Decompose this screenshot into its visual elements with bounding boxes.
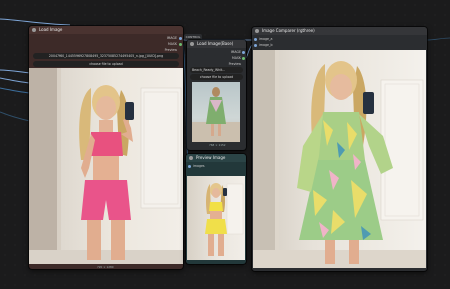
photo-figure-pink xyxy=(29,68,183,264)
load-image-node-title[interactable]: Load Image xyxy=(29,26,183,34)
collapse-dot-icon[interactable] xyxy=(190,42,194,46)
preview-image-node-title[interactable]: Preview Image xyxy=(186,154,246,162)
output-image-label: IMAGE xyxy=(230,50,241,54)
preview-output-image xyxy=(187,176,245,260)
output-mask-label: MASK xyxy=(231,56,241,60)
collapse-dot-icon[interactable] xyxy=(189,156,193,160)
output-image-port[interactable] xyxy=(179,37,182,40)
upload-button[interactable]: choose file to upload xyxy=(33,61,179,67)
input-images-label: images xyxy=(193,164,205,168)
photo-figure-yellow xyxy=(205,183,244,256)
input-image-a-port[interactable] xyxy=(254,38,257,41)
preview-label: Preview xyxy=(164,48,177,52)
preview-image-node-title-text: Preview Image xyxy=(196,155,226,160)
input-image-a-label: image_a xyxy=(259,37,273,41)
image-filename-select[interactable]: 20047f60_1445596927808495_32375085274495… xyxy=(33,53,179,59)
base-image-preview xyxy=(192,82,240,142)
base-image-size-caption: 768 × 1152 xyxy=(209,143,226,147)
wire-left-2 xyxy=(0,77,31,84)
wire-left-1 xyxy=(0,69,31,74)
input-image-b-label: image_b xyxy=(259,43,273,47)
image-comparer-node-title-text: Image Comparer (rgthree) xyxy=(262,28,315,33)
reroute-label: CONTROL xyxy=(185,35,201,39)
output-mask-port[interactable] xyxy=(242,57,245,60)
output-mask-label: MASK xyxy=(167,42,177,46)
load-image-base-node-title-text: Load Image(Base) xyxy=(197,41,234,46)
image-size-caption: 720 × 1280 xyxy=(97,265,114,269)
wire-left-4 xyxy=(0,111,31,122)
image-comparer-node[interactable]: Image Comparer (rgthree) image_a image_b xyxy=(252,27,427,271)
image-comparer-node-title[interactable]: Image Comparer (rgthree) xyxy=(252,27,427,35)
wire-top-left xyxy=(0,18,71,26)
preview-label: Preview xyxy=(228,62,241,66)
output-image-port[interactable] xyxy=(242,51,245,54)
wire-left-3 xyxy=(0,87,31,94)
input-images-port[interactable] xyxy=(188,165,191,168)
load-image-base-node-title[interactable]: Load Image(Base) xyxy=(187,40,246,48)
preview-image-node[interactable]: Preview Image images xyxy=(186,154,246,264)
output-image-label: IMAGE xyxy=(166,36,177,40)
collapse-dot-icon[interactable] xyxy=(32,28,36,32)
load-image-node-title-text: Load Image xyxy=(39,27,63,32)
collapse-dot-icon[interactable] xyxy=(255,29,259,33)
input-image-b-port[interactable] xyxy=(254,44,257,47)
comparer-image-view[interactable] xyxy=(253,50,426,268)
photo-figure-beach xyxy=(192,87,240,142)
output-mask-port[interactable] xyxy=(179,43,182,46)
base-upload-button[interactable]: choose file to upload xyxy=(190,74,243,80)
load-image-node[interactable]: Load Image IMAGE MASK Preview 20047f60_1… xyxy=(29,26,183,269)
loaded-image-preview xyxy=(29,68,183,264)
load-image-base-node[interactable]: Load Image(Base) IMAGE MASK Preview Beac… xyxy=(187,40,246,150)
wire-right-exit xyxy=(426,37,450,41)
photo-figure-floral-dress xyxy=(253,50,426,268)
base-image-filename-select[interactable]: Beach_Ready_Whit... xyxy=(190,67,243,73)
